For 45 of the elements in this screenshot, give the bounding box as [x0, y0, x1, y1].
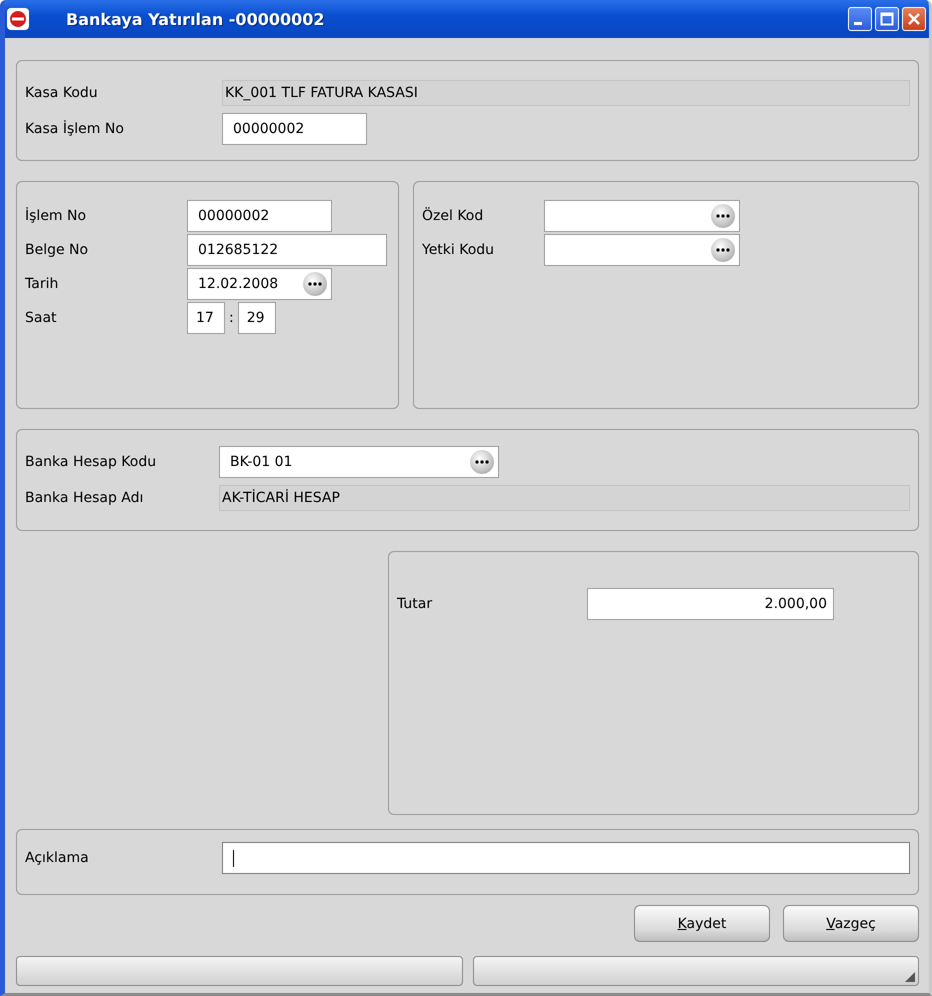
minimize-icon: [854, 22, 862, 24]
field-label: Belge No: [25, 242, 90, 258]
lookup-button[interactable]: [303, 272, 327, 296]
action-button[interactable]: Vazgeç: [783, 905, 919, 942]
close-button[interactable]: [902, 7, 926, 31]
lookup-button[interactable]: [711, 238, 735, 262]
field-label: Banka Hesap Kodu: [25, 454, 158, 470]
ellipsis-icon: [308, 282, 322, 286]
ellipsis-icon: [475, 460, 489, 464]
input-field[interactable]: [222, 842, 910, 874]
field-label: Yetki Kodu: [422, 242, 496, 258]
field-label: Kasa Kodu: [25, 85, 99, 101]
readonly-field: AK-TİCARİ HESAP: [219, 485, 910, 511]
input-field[interactable]: 012685122: [187, 234, 387, 266]
minute-field[interactable]: 29: [238, 302, 276, 334]
lookup-button[interactable]: [470, 450, 494, 474]
window-title: Bankaya Yatırılan -00000002: [66, 10, 326, 28]
field-label: Banka Hesap Adı: [25, 490, 144, 506]
maximize-button[interactable]: [875, 7, 899, 31]
field-label: Saat: [25, 310, 58, 326]
amount-field[interactable]: 2.000,00: [587, 588, 834, 620]
lookup-field[interactable]: [544, 234, 740, 266]
ellipsis-icon: [716, 214, 730, 218]
field-label: İşlem No: [25, 208, 88, 224]
close-icon: [907, 12, 921, 26]
field-label: Tarih: [25, 276, 60, 292]
input-field[interactable]: 00000002: [187, 200, 332, 232]
lookup-field[interactable]: [544, 200, 740, 232]
input-field[interactable]: 00000002: [222, 113, 367, 145]
app-icon: [6, 7, 30, 31]
minimize-button[interactable]: [848, 7, 872, 31]
field-label: Kasa İşlem No: [25, 121, 125, 137]
maximize-icon: [880, 12, 894, 26]
resize-grip-icon: [905, 972, 915, 982]
lookup-field[interactable]: BK-01 01: [219, 446, 499, 478]
action-button[interactable]: Kaydet: [634, 905, 770, 942]
ellipsis-icon: [716, 248, 730, 252]
lookup-field[interactable]: 12.02.2008: [187, 268, 332, 300]
field-label: Tutar: [397, 596, 434, 612]
readonly-field: KK_001 TLF FATURA KASASI: [222, 80, 910, 106]
field-label: Açıklama: [25, 850, 90, 866]
time-separator: :: [229, 310, 234, 326]
field-label: Özel Kod: [422, 208, 484, 224]
hour-field[interactable]: 17: [187, 302, 225, 334]
lookup-button[interactable]: [711, 204, 735, 228]
